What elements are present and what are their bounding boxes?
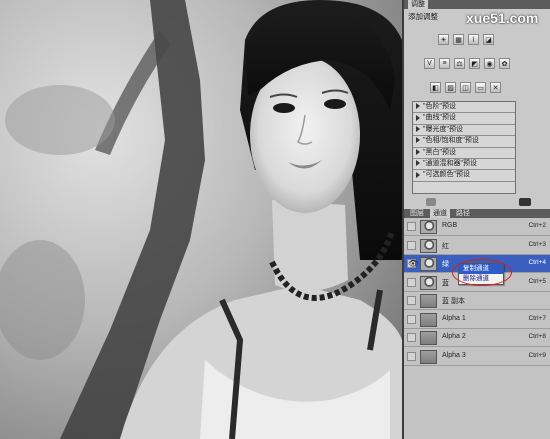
- channels-tabbar: 图层 通道 路径: [404, 209, 550, 218]
- photo-filter-icon[interactable]: ◉: [484, 58, 495, 69]
- channel-thumbnail: [420, 294, 437, 308]
- preset-item-exposure[interactable]: "曝光度"预设: [413, 125, 515, 137]
- channel-row-alpha-1[interactable]: Alpha 1 Ctrl+7: [404, 311, 550, 329]
- channel-thumbnail: [420, 275, 437, 290]
- hue-saturation-icon[interactable]: ≡: [439, 58, 450, 69]
- channel-thumbnail: [420, 257, 437, 271]
- channel-shortcut: Ctrl+7: [528, 314, 546, 322]
- channel-thumbnail: [420, 220, 437, 234]
- preset-label: "色相/饱和度"预设: [423, 137, 479, 145]
- color-balance-icon[interactable]: ⚖: [454, 58, 465, 69]
- visibility-toggle[interactable]: [407, 222, 416, 231]
- expand-triangle-icon[interactable]: [416, 103, 420, 110]
- preset-label: "通道混和器"预设: [423, 159, 477, 167]
- brightness-contrast-icon[interactable]: ☀: [438, 34, 449, 45]
- channel-row-alpha-2[interactable]: Alpha 2 Ctrl+8: [404, 329, 550, 347]
- channel-name: Alpha 1: [442, 314, 466, 322]
- channel-name: 绿: [442, 261, 449, 268]
- channels-list: RGB Ctrl+2 红 Ctrl+3 👁 绿 Ctrl+4 蓝 Ctrl+5 …: [404, 218, 550, 439]
- channel-row-blue-copy[interactable]: 蓝 副本: [404, 292, 550, 310]
- expand-triangle-icon[interactable]: [416, 137, 420, 144]
- tab-adjustments[interactable]: 调整: [408, 0, 428, 9]
- preset-label: "曝光度"预设: [423, 125, 463, 133]
- tab-paths[interactable]: 路径: [453, 209, 473, 218]
- photo-canvas[interactable]: [0, 0, 402, 439]
- visibility-toggle[interactable]: [407, 240, 416, 250]
- channel-shortcut: Ctrl+2: [528, 222, 546, 229]
- visibility-toggle[interactable]: [407, 351, 416, 361]
- expand-triangle-icon[interactable]: [416, 160, 420, 167]
- adjustments-subtitle: 添加调整: [408, 12, 438, 21]
- channel-shortcut: Ctrl+8: [528, 333, 546, 340]
- channel-shortcut: Ctrl+3: [528, 240, 546, 248]
- adjustment-icons-row-2: V ≡ ⚖ ◩ ◉ ✿: [424, 58, 510, 69]
- vibrance-icon[interactable]: V: [424, 58, 435, 69]
- preset-item-channel-mixer[interactable]: "通道混和器"预设: [413, 159, 515, 171]
- invert-icon[interactable]: ◧: [430, 82, 441, 93]
- channel-name: 蓝: [442, 279, 449, 287]
- preset-item-black-white[interactable]: "黑白"预设: [413, 148, 515, 159]
- channel-name: RGB: [442, 222, 458, 229]
- channel-name: 红: [442, 242, 449, 250]
- preset-item-levels[interactable]: "色阶"预设: [413, 102, 515, 114]
- curves-icon[interactable]: ⌇: [468, 34, 479, 45]
- exposure-icon[interactable]: ◪: [483, 34, 494, 45]
- levels-icon[interactable]: ▦: [453, 34, 464, 45]
- visibility-toggle[interactable]: [407, 333, 416, 342]
- channel-name: 蓝 副本: [442, 298, 465, 305]
- posterize-icon[interactable]: ▨: [445, 82, 456, 93]
- channel-shortcut: Ctrl+9: [528, 351, 546, 359]
- adjustments-tabbar: 调整: [404, 0, 550, 9]
- channel-row-rgb[interactable]: RGB Ctrl+2: [404, 218, 550, 236]
- channel-row-alpha-3[interactable]: Alpha 3 Ctrl+9: [404, 348, 550, 366]
- gradient-map-icon[interactable]: ▭: [475, 82, 486, 93]
- channel-thumbnail: [420, 238, 437, 253]
- expand-triangle-icon[interactable]: [416, 114, 420, 121]
- channel-mixer-icon[interactable]: ✿: [499, 58, 510, 69]
- black-white-icon[interactable]: ◩: [469, 58, 480, 69]
- site-watermark: xue51.com: [466, 10, 539, 26]
- preset-item-selective-color[interactable]: "可选颜色"预设: [413, 170, 515, 182]
- adjustments-clip-icon[interactable]: [519, 198, 531, 206]
- channel-shortcut: Ctrl+5: [528, 277, 546, 285]
- expand-triangle-icon[interactable]: [416, 148, 420, 155]
- channel-thumbnail: [420, 312, 437, 327]
- preset-label: "可选颜色"预设: [423, 171, 470, 179]
- channel-shortcut: Ctrl+4: [528, 259, 546, 266]
- preset-list: "色阶"预设 "曲线"预设 "曝光度"预设 "色相/饱和度"预设 "黑白"预设 …: [412, 101, 516, 194]
- channel-thumbnail: [420, 349, 437, 364]
- highlight-circle-annotation: [452, 259, 512, 286]
- eye-icon[interactable]: 👁: [407, 259, 418, 268]
- adjustments-return-icon[interactable]: [426, 198, 436, 206]
- preset-label: "黑白"预设: [423, 148, 456, 156]
- visibility-toggle[interactable]: [407, 314, 416, 324]
- preset-item-hue-saturation[interactable]: "色相/饱和度"预设: [413, 136, 515, 148]
- tab-layers[interactable]: 图层: [407, 209, 427, 218]
- adjustment-icons-row-1: ☀ ▦ ⌇ ◪: [438, 34, 494, 45]
- expand-triangle-icon[interactable]: [416, 171, 420, 178]
- visibility-toggle[interactable]: [407, 296, 416, 305]
- preset-label: "曲线"预设: [423, 114, 456, 122]
- channel-row-red[interactable]: 红 Ctrl+3: [404, 237, 550, 255]
- channel-thumbnail: [420, 331, 437, 345]
- tab-channels[interactable]: 通道: [430, 209, 450, 218]
- adjustment-icons-row-3: ◧ ▨ ◫ ▭ ✕: [430, 82, 501, 93]
- preset-item-curves[interactable]: "曲线"预设: [413, 113, 515, 125]
- expand-triangle-icon[interactable]: [416, 125, 420, 132]
- channel-name: Alpha 3: [442, 351, 466, 359]
- portrait-photo: [0, 0, 402, 439]
- selective-color-icon[interactable]: ✕: [490, 82, 501, 93]
- visibility-toggle[interactable]: [407, 277, 416, 287]
- preset-label: "色阶"预设: [423, 103, 456, 110]
- threshold-icon[interactable]: ◫: [460, 82, 471, 93]
- channel-name: Alpha 2: [442, 333, 466, 340]
